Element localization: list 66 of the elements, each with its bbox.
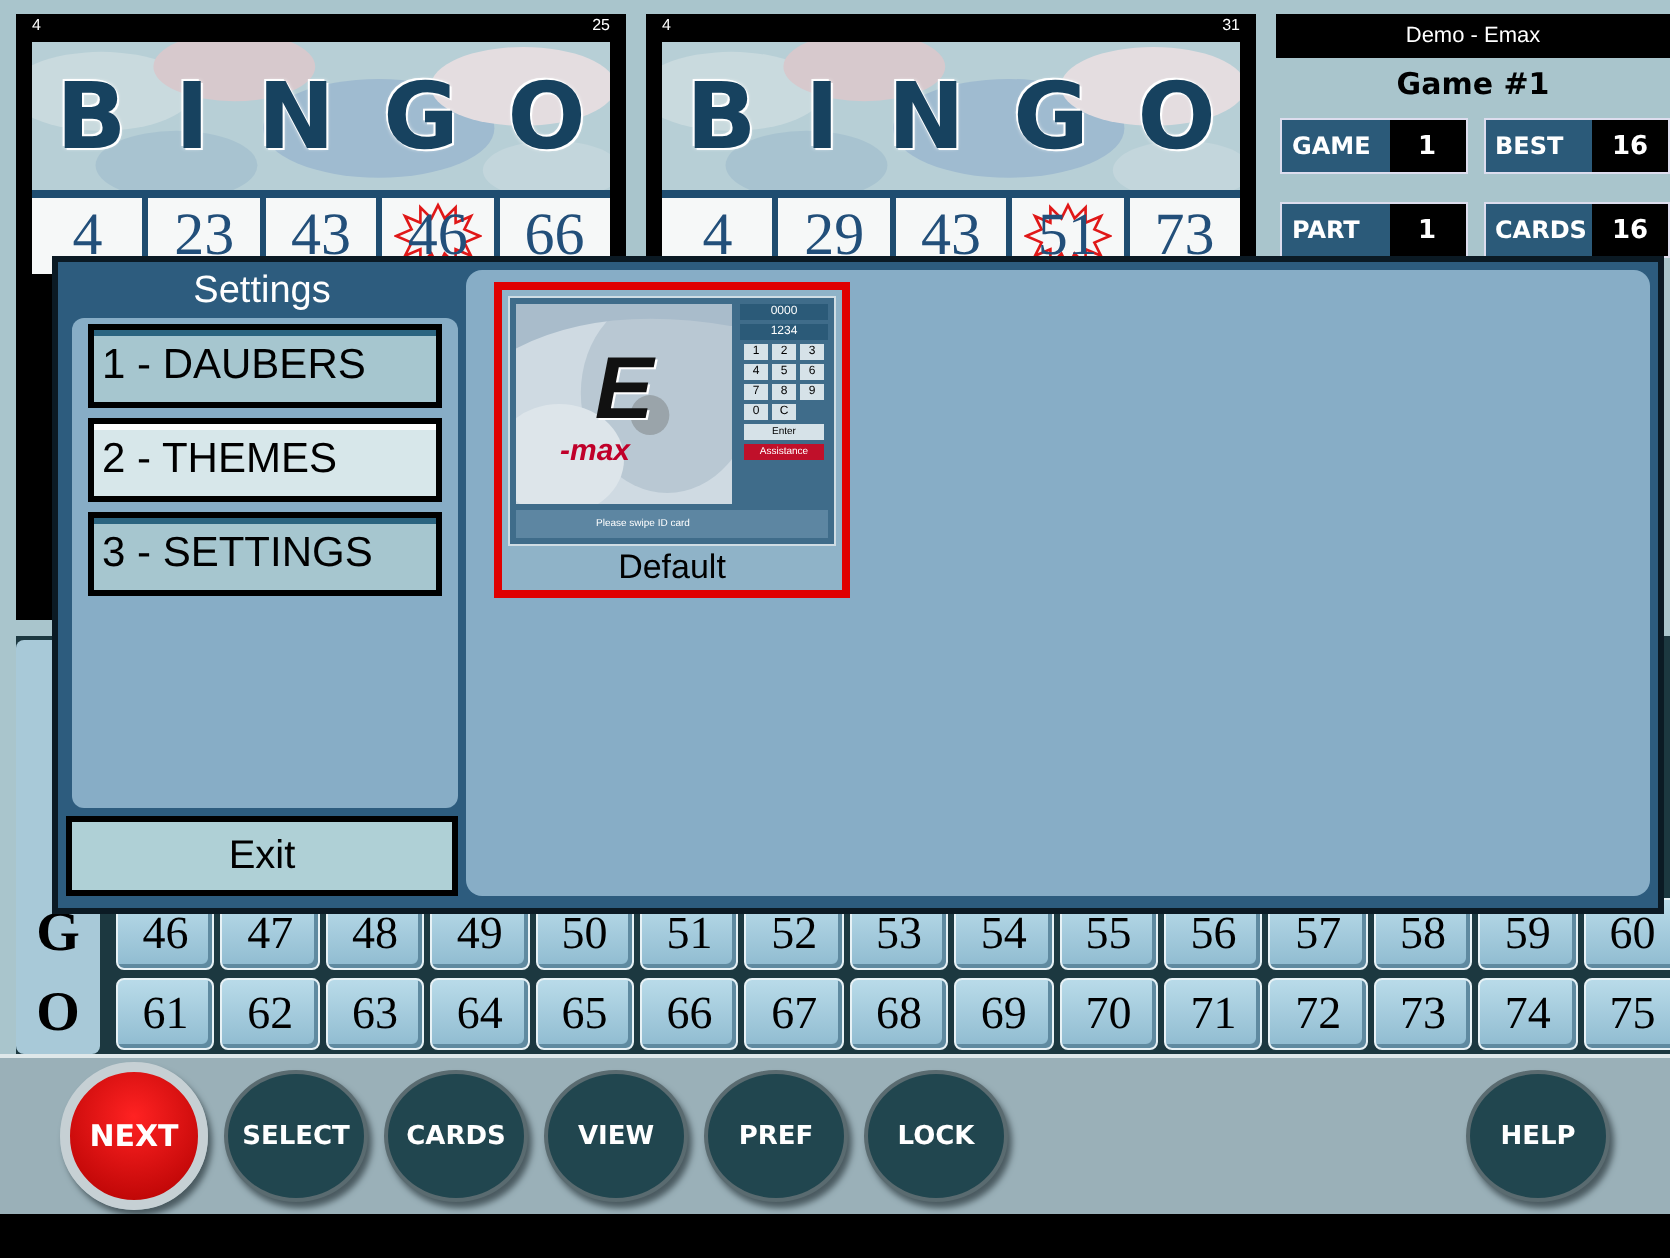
card-number: 46	[407, 202, 468, 270]
card-number: 23	[174, 202, 235, 270]
card-corner-number: 31	[1222, 14, 1240, 38]
stat-value: 1	[1389, 204, 1465, 256]
card-header-letter: G	[383, 62, 459, 170]
menu-button[interactable]: 3 - SETTINGS	[88, 512, 442, 596]
round-button[interactable]: SELECT	[224, 1070, 368, 1202]
theme-name: Default	[616, 546, 728, 590]
stat-label: BEST	[1485, 120, 1592, 172]
round-button[interactable]: VIEW	[544, 1070, 688, 1202]
row-letter: G	[34, 900, 82, 968]
stat-label: PART	[1282, 204, 1389, 256]
session-title: Demo - Emax	[1276, 14, 1670, 58]
dialog-title: Settings	[191, 270, 333, 314]
card-header-letter: N	[887, 62, 965, 170]
card-number: 51	[1037, 202, 1098, 270]
card-corner-number: 4	[32, 14, 41, 38]
logo-letter: E	[594, 350, 654, 430]
card-header-letter: B	[56, 62, 127, 170]
called-number-tile: 68	[849, 978, 949, 1050]
card-number: 66	[524, 202, 585, 270]
exit-button[interactable]: Exit	[66, 816, 458, 896]
card-header-letter: I	[804, 62, 840, 170]
card-number: 4	[72, 202, 103, 270]
called-number-tile: 70	[1059, 978, 1158, 1050]
round-button[interactable]: CARDS	[384, 1070, 528, 1202]
card-header-letter: O	[507, 62, 586, 170]
called-number-tile: 74	[1478, 978, 1578, 1050]
called-number-tile: 64	[430, 978, 530, 1050]
called-number-tile: 69	[954, 978, 1054, 1050]
stat-value: 16	[1592, 204, 1668, 256]
stat-value: 1	[1389, 120, 1465, 172]
game-title: Game #1	[1394, 64, 1552, 106]
stat-label: CARDS	[1485, 204, 1592, 256]
stat-label: GAME	[1282, 120, 1389, 172]
card-corner-number: 4	[662, 14, 671, 38]
card-number: 43	[920, 202, 981, 270]
called-number-tile: 73	[1373, 978, 1473, 1050]
card-number: 73	[1154, 202, 1215, 270]
card-header-letter: B	[686, 62, 757, 170]
called-number-tile: 63	[325, 978, 425, 1050]
card-header-letter: O	[1137, 62, 1216, 170]
card-number: 29	[804, 202, 865, 270]
row-letter: O	[34, 980, 82, 1048]
menu-button[interactable]: 2 - THEMES	[88, 418, 442, 502]
help-button[interactable]: HELP	[1466, 1070, 1610, 1202]
called-number-tile: 71	[1164, 978, 1263, 1050]
called-number-tile: 75	[1583, 978, 1670, 1050]
logo-word: -max	[560, 436, 631, 468]
called-number-tile: 72	[1268, 978, 1368, 1050]
stat-value: 16	[1592, 120, 1668, 172]
next-button[interactable]: NEXT	[60, 1062, 208, 1210]
called-number-tile: 61	[116, 978, 215, 1050]
round-button[interactable]: LOCK	[864, 1070, 1008, 1202]
card-header-letter: G	[1013, 62, 1089, 170]
card-header-letter: N	[257, 62, 335, 170]
called-number-tile: 66	[640, 978, 739, 1050]
menu-button[interactable]: 1 - DAUBERS	[88, 324, 442, 408]
card-header-letter: I	[174, 62, 210, 170]
called-number-tile: 67	[744, 978, 844, 1050]
card-number: 43	[290, 202, 351, 270]
called-number-tile: 62	[220, 978, 320, 1050]
round-button[interactable]: PREF	[704, 1070, 848, 1202]
card-corner-number: 25	[592, 14, 610, 38]
card-number: 4	[702, 202, 733, 270]
called-number-tile: 65	[535, 978, 634, 1050]
